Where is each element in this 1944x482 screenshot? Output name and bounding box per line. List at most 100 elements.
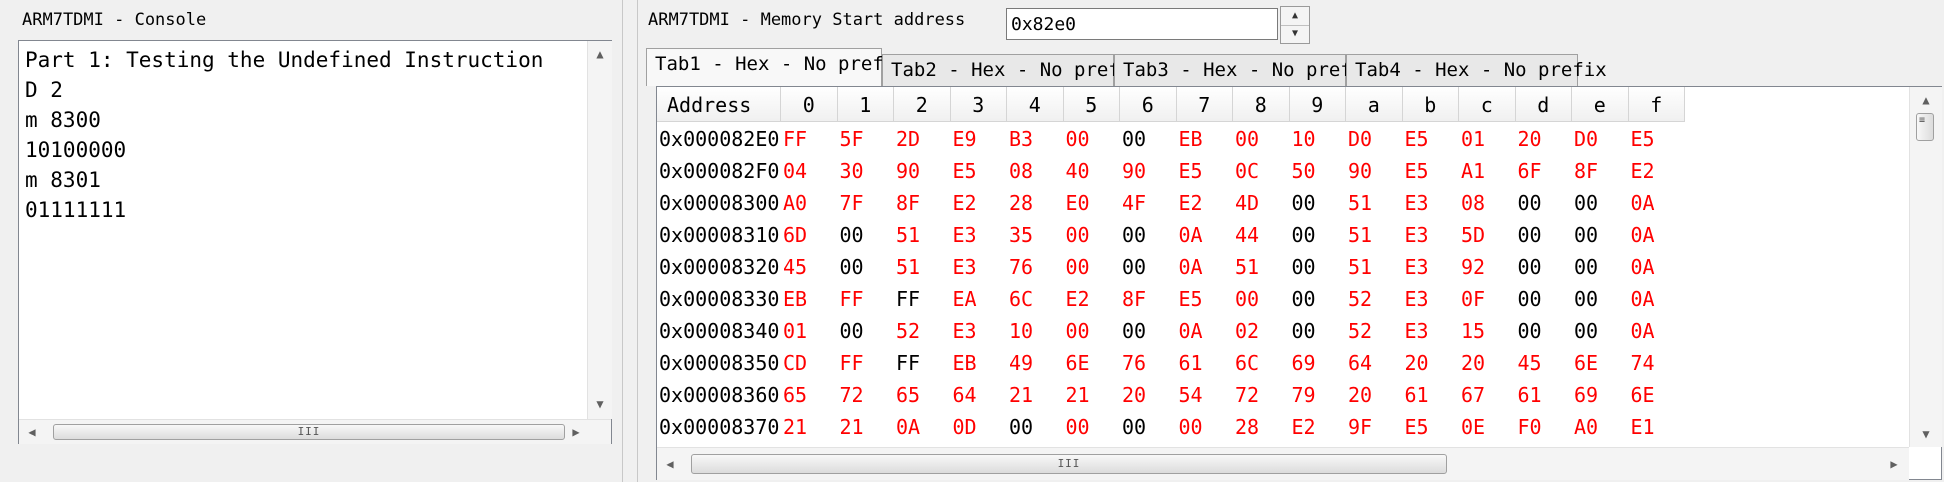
byte-cell[interactable]: EB bbox=[783, 283, 807, 315]
byte-cell[interactable]: 00 bbox=[1292, 187, 1316, 219]
byte-cell[interactable]: 00 bbox=[1066, 315, 1090, 347]
byte-cell[interactable]: 28 bbox=[1235, 411, 1259, 443]
byte-cell[interactable]: 21 bbox=[1009, 379, 1033, 411]
byte-cell[interactable]: E5 bbox=[1179, 283, 1203, 315]
column-header-a[interactable]: a bbox=[1346, 87, 1403, 122]
column-header-e[interactable]: e bbox=[1572, 87, 1629, 122]
byte-cell[interactable]: 90 bbox=[1122, 155, 1146, 187]
byte-cell[interactable]: 51 bbox=[1235, 251, 1259, 283]
column-header-2[interactable]: 2 bbox=[894, 87, 951, 122]
grid-hscroll-thumb[interactable]: III bbox=[691, 454, 1447, 474]
byte-cell[interactable]: 6C bbox=[1235, 347, 1259, 379]
byte-cell[interactable]: 00 bbox=[1009, 411, 1033, 443]
byte-cell[interactable]: 00 bbox=[1574, 315, 1598, 347]
byte-cell[interactable]: 76 bbox=[1009, 251, 1033, 283]
byte-cell[interactable]: E2 bbox=[1631, 155, 1655, 187]
byte-cell[interactable]: 72 bbox=[1235, 379, 1259, 411]
byte-cell[interactable]: 08 bbox=[1461, 187, 1485, 219]
byte-cell[interactable]: 90 bbox=[896, 155, 920, 187]
byte-cell[interactable]: E9 bbox=[953, 123, 977, 155]
byte-cell[interactable]: 51 bbox=[1348, 187, 1372, 219]
byte-cell[interactable]: 5D bbox=[1461, 219, 1485, 251]
byte-cell[interactable]: 0A bbox=[1179, 315, 1203, 347]
byte-cell[interactable]: 00 bbox=[1518, 187, 1542, 219]
byte-cell[interactable]: 00 bbox=[1122, 219, 1146, 251]
byte-cell[interactable]: 64 bbox=[953, 379, 977, 411]
scroll-left-arrow-icon[interactable]: ◀ bbox=[659, 453, 681, 475]
byte-cell[interactable]: 4D bbox=[1235, 187, 1259, 219]
byte-cell[interactable]: 6F bbox=[1518, 155, 1542, 187]
byte-cell[interactable]: 0A bbox=[1631, 283, 1655, 315]
tab-3[interactable]: Tab3 - Hex - No prefix bbox=[1114, 54, 1375, 86]
byte-cell[interactable]: 00 bbox=[1122, 315, 1146, 347]
byte-cell[interactable]: E3 bbox=[953, 315, 977, 347]
byte-cell[interactable]: 28 bbox=[1009, 187, 1033, 219]
tab-4[interactable]: Tab4 - Hex - No prefix bbox=[1346, 54, 1607, 86]
byte-cell[interactable]: 21 bbox=[783, 411, 807, 443]
byte-cell[interactable]: EB bbox=[953, 347, 977, 379]
byte-cell[interactable]: 10 bbox=[1009, 315, 1033, 347]
byte-cell[interactable]: 00 bbox=[1235, 123, 1259, 155]
byte-cell[interactable]: D0 bbox=[1348, 123, 1372, 155]
byte-cell[interactable]: 0A bbox=[1631, 219, 1655, 251]
byte-cell[interactable]: 20 bbox=[1405, 347, 1429, 379]
byte-cell[interactable]: E2 bbox=[1292, 411, 1316, 443]
byte-cell[interactable]: A0 bbox=[783, 187, 807, 219]
byte-cell[interactable]: E1 bbox=[1631, 411, 1655, 443]
byte-cell[interactable]: 00 bbox=[1235, 283, 1259, 315]
byte-cell[interactable]: FF bbox=[896, 283, 920, 315]
byte-cell[interactable]: E3 bbox=[1405, 187, 1429, 219]
byte-cell[interactable]: 51 bbox=[896, 251, 920, 283]
byte-cell[interactable]: 00 bbox=[1122, 411, 1146, 443]
byte-cell[interactable]: E5 bbox=[953, 155, 977, 187]
byte-cell[interactable]: 00 bbox=[840, 315, 864, 347]
byte-cell[interactable]: 8F bbox=[1122, 283, 1146, 315]
byte-cell[interactable]: 02 bbox=[1235, 315, 1259, 347]
byte-cell[interactable]: 00 bbox=[1066, 123, 1090, 155]
byte-cell[interactable]: 8F bbox=[1574, 155, 1598, 187]
column-header-1[interactable]: 1 bbox=[837, 87, 894, 122]
byte-cell[interactable]: 00 bbox=[1179, 411, 1203, 443]
byte-cell[interactable]: 51 bbox=[896, 219, 920, 251]
byte-cell[interactable]: 00 bbox=[840, 219, 864, 251]
byte-cell[interactable]: 00 bbox=[1518, 283, 1542, 315]
byte-cell[interactable]: E3 bbox=[1405, 315, 1429, 347]
byte-cell[interactable]: 44 bbox=[1235, 219, 1259, 251]
byte-cell[interactable]: 0A bbox=[1631, 251, 1655, 283]
byte-cell[interactable]: 61 bbox=[1518, 379, 1542, 411]
column-header-0[interactable]: 0 bbox=[781, 87, 838, 122]
byte-cell[interactable]: 52 bbox=[1348, 315, 1372, 347]
byte-cell[interactable]: 00 bbox=[1574, 283, 1598, 315]
scroll-left-arrow-icon[interactable]: ◀ bbox=[21, 421, 43, 443]
byte-cell[interactable]: 20 bbox=[1122, 379, 1146, 411]
column-header-c[interactable]: c bbox=[1459, 87, 1516, 122]
byte-cell[interactable]: 65 bbox=[896, 379, 920, 411]
byte-cell[interactable]: 50 bbox=[1292, 155, 1316, 187]
byte-cell[interactable]: 45 bbox=[1518, 347, 1542, 379]
byte-cell[interactable]: A1 bbox=[1461, 155, 1485, 187]
scroll-up-arrow-icon[interactable]: ▲ bbox=[1915, 89, 1937, 111]
byte-cell[interactable]: FF bbox=[783, 123, 807, 155]
byte-cell[interactable]: 65 bbox=[783, 379, 807, 411]
byte-cell[interactable]: 52 bbox=[896, 315, 920, 347]
byte-cell[interactable]: 10 bbox=[1292, 123, 1316, 155]
byte-cell[interactable]: 00 bbox=[1292, 251, 1316, 283]
byte-cell[interactable]: 01 bbox=[783, 315, 807, 347]
byte-cell[interactable]: E0 bbox=[1066, 187, 1090, 219]
byte-cell[interactable]: A0 bbox=[1574, 411, 1598, 443]
byte-cell[interactable]: E3 bbox=[1405, 283, 1429, 315]
byte-cell[interactable]: B3 bbox=[1009, 123, 1033, 155]
byte-cell[interactable]: E5 bbox=[1631, 123, 1655, 155]
byte-cell[interactable]: 6E bbox=[1574, 347, 1598, 379]
column-header-4[interactable]: 4 bbox=[1007, 87, 1064, 122]
byte-cell[interactable]: 0E bbox=[1461, 411, 1485, 443]
byte-cell[interactable]: 0A bbox=[1179, 251, 1203, 283]
panel-splitter[interactable] bbox=[622, 0, 638, 482]
byte-cell[interactable]: 92 bbox=[1461, 251, 1485, 283]
byte-cell[interactable]: 69 bbox=[1292, 347, 1316, 379]
scroll-up-arrow-icon[interactable]: ▲ bbox=[589, 43, 611, 65]
column-header-f[interactable]: f bbox=[1628, 87, 1685, 122]
byte-cell[interactable]: 01 bbox=[1461, 123, 1485, 155]
byte-cell[interactable]: 51 bbox=[1348, 219, 1372, 251]
grid-horizontal-scrollbar[interactable]: ◀ III ▶ bbox=[657, 447, 1909, 480]
